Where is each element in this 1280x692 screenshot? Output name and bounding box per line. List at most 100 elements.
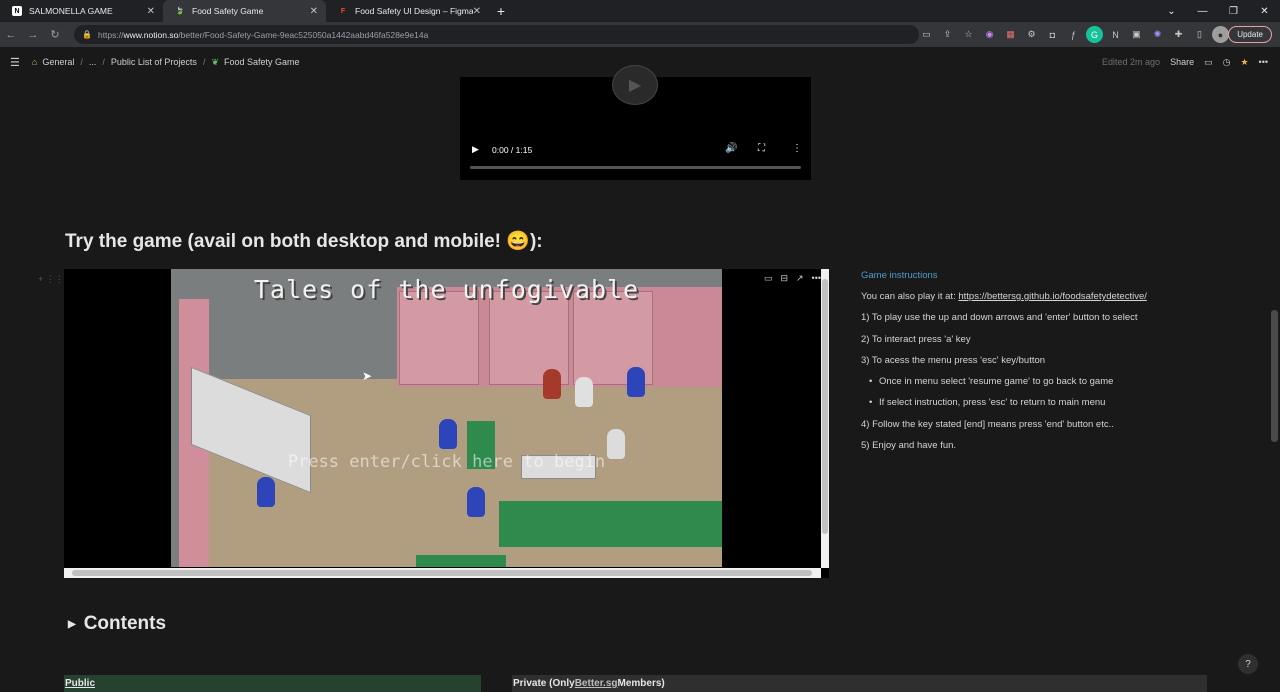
side-panel-icon[interactable]: ▯ — [1191, 26, 1208, 43]
notion-favicon-icon: N — [12, 6, 22, 16]
game-canvas[interactable]: Tales of the unfogivable Press enter/cli… — [171, 269, 722, 567]
tab-figma[interactable]: F Food Safety UI Design – Figma ✕ — [326, 0, 489, 22]
close-tab-icon[interactable]: ✕ — [310, 6, 318, 17]
breadcrumb-general[interactable]: ⌂ General — [32, 57, 74, 67]
tab-food-safety-game[interactable]: 🍃 Food Safety Game ✕ — [163, 0, 326, 22]
topbar-actions: Edited 2m ago Share ▭ ◷ ★ ••• — [1102, 47, 1268, 77]
mouse-cursor-icon: ➤ — [362, 369, 373, 383]
game-npc-chef — [543, 369, 561, 399]
embed-more-icon[interactable]: ••• — [812, 273, 821, 284]
extension-camera-icon[interactable]: ◘ — [1044, 26, 1061, 43]
breadcrumb-separator: / — [202, 57, 206, 67]
game-link[interactable]: https://bettersg.github.io/foodsafetydet… — [958, 291, 1147, 302]
forward-button[interactable]: → — [22, 22, 44, 47]
game-green-crate — [499, 501, 722, 547]
breadcrumb-public-list[interactable]: Public List of Projects — [111, 57, 197, 67]
leaf-icon: ❦ — [211, 56, 219, 67]
lock-icon[interactable]: 🔒 — [82, 30, 92, 39]
grammarly-icon[interactable]: G — [1086, 26, 1103, 43]
sidebar-menu-icon[interactable]: ☰ — [10, 56, 20, 69]
update-button[interactable]: Update — [1228, 26, 1272, 43]
game-title: Tales of the unfogivable — [253, 275, 640, 304]
extensions-puzzle-icon[interactable]: ✚ — [1170, 26, 1187, 43]
reload-button[interactable]: ↻ — [44, 22, 66, 47]
extension-calendar-icon[interactable]: ▦ — [1002, 26, 1019, 43]
home-icon: ⌂ — [31, 57, 38, 67]
close-tab-icon[interactable]: ✕ — [147, 6, 155, 17]
breadcrumb-separator: / — [80, 57, 83, 67]
better-sg-link[interactable]: Better.sg — [575, 678, 618, 689]
play-icon[interactable]: ▶ — [472, 144, 479, 155]
edited-timestamp: Edited 2m ago — [1102, 57, 1161, 67]
toggle-triangle-icon[interactable]: ▶ — [68, 619, 76, 630]
comments-icon[interactable]: ▭ — [1204, 57, 1213, 68]
profile-avatar-icon[interactable]: ● — [1212, 26, 1229, 43]
instruction-line: 3) To acess the menu press 'esc' key/but… — [861, 354, 1046, 366]
tab-search-icon[interactable]: ⌄ — [1156, 0, 1187, 22]
browser-tab-bar: N SALMONELLA GAME ✕ 🍃 Food Safety Game ✕… — [0, 0, 1280, 22]
instruction-line: 2) To interact press 'a' key — [861, 333, 971, 345]
big-play-icon[interactable]: ▶ — [612, 65, 658, 105]
instructions-title: Game instructions — [861, 270, 938, 281]
close-window-button[interactable]: ✕ — [1249, 0, 1280, 22]
fullscreen-icon[interactable]: ⛶ — [758, 143, 765, 154]
public-header[interactable]: Public — [64, 675, 481, 692]
game-instructions: Game instructions You can also play it a… — [861, 270, 1251, 460]
help-button[interactable]: ? — [1238, 654, 1258, 674]
embed-toolbar: ▭ ⊟ ↗ ••• — [764, 273, 821, 284]
restore-button[interactable]: ❐ — [1218, 0, 1249, 22]
favorite-star-icon[interactable]: ★ — [1240, 57, 1248, 68]
breadcrumb-ellipsis[interactable]: ... — [89, 57, 97, 67]
extension-spark-icon[interactable]: ✺ — [1149, 26, 1166, 43]
video-progress-bar[interactable] — [470, 166, 801, 169]
scrollbar-thumb[interactable] — [72, 570, 812, 576]
close-tab-icon[interactable]: ✕ — [473, 6, 481, 17]
extension-save-icon[interactable]: ▣ — [1128, 26, 1145, 43]
play-link-line: You can also play it at: https://betters… — [861, 291, 1147, 302]
share-button[interactable]: Share — [1170, 57, 1194, 67]
breadcrumb-food-safety-game[interactable]: ❦ Food Safety Game — [211, 57, 299, 68]
game-npc-police — [627, 367, 645, 397]
scrollbar-thumb[interactable] — [822, 279, 828, 534]
embed-caption-icon[interactable]: ⊟ — [780, 273, 788, 284]
embed-open-icon[interactable]: ↗ — [796, 273, 804, 284]
tab-salmonella-game[interactable]: N SALMONELLA GAME ✕ — [0, 0, 163, 22]
section-heading: Try the game (avail on both desktop and … — [65, 231, 543, 252]
contents-toggle[interactable]: ▶ Contents — [68, 613, 166, 635]
more-options-icon[interactable]: ••• — [1259, 57, 1268, 67]
tab-title: SALMONELLA GAME — [29, 6, 113, 16]
extension-circle-icon[interactable]: ◉ — [981, 26, 998, 43]
embed-horizontal-scrollbar[interactable] — [64, 568, 821, 578]
page-scrollbar[interactable] — [1271, 310, 1278, 442]
notion-extension-icon[interactable]: N — [1107, 26, 1124, 43]
instruction-line: 5) Enjoy and have fun. — [861, 440, 957, 452]
window-controls: ⌄ — ❐ ✕ — [1156, 0, 1280, 22]
minimize-button[interactable]: — — [1187, 0, 1218, 22]
embed-vertical-scrollbar[interactable] — [821, 269, 829, 568]
extension-gear-icon[interactable]: ⚙ — [1023, 26, 1040, 43]
share-page-icon[interactable]: ⇪ — [939, 26, 956, 43]
back-button[interactable]: ← — [0, 22, 22, 47]
block-drag-handle-icon[interactable]: + ⋮⋮ — [38, 274, 64, 285]
volume-icon[interactable]: 🔊 — [725, 143, 737, 154]
extension-function-icon[interactable]: ƒ — [1065, 26, 1082, 43]
embed-comment-icon[interactable]: ▭ — [764, 273, 773, 284]
bookmark-star-icon[interactable]: ☆ — [960, 26, 977, 43]
url-prefix: https:// — [97, 29, 124, 40]
cast-icon[interactable]: ▭ — [918, 26, 935, 43]
tab-title: Food Safety Game — [192, 6, 264, 16]
game-npc-police — [467, 487, 485, 517]
history-clock-icon[interactable]: ◷ — [1223, 57, 1231, 68]
tab-title: Food Safety UI Design – Figma — [355, 6, 473, 16]
video-player[interactable]: ▶ ▶ 0:00 / 1:15 🔊 ⛶ ⋮ — [460, 65, 811, 180]
instruction-line: 4) Follow the key stated [end] means pre… — [861, 418, 1114, 430]
new-tab-button[interactable]: + — [489, 0, 513, 22]
video-more-icon[interactable]: ⋮ — [792, 143, 802, 154]
video-controls: ▶ 0:00 / 1:15 🔊 ⛶ ⋮ — [460, 138, 811, 180]
game-embed[interactable]: Tales of the unfogivable Press enter/cli… — [64, 269, 829, 578]
address-bar[interactable]: 🔒 https:// www.notion.so /better/Food-Sa… — [74, 25, 919, 44]
game-npc-cook — [575, 377, 593, 407]
game-wall-panel — [399, 291, 479, 385]
extension-icons: ▭ ⇪ ☆ ◉ ▦ ⚙ ◘ ƒ G N ▣ ✺ ✚ ▯ ● — [918, 26, 1229, 43]
game-start-prompt[interactable]: Press enter/click here to begin — [171, 452, 722, 472]
